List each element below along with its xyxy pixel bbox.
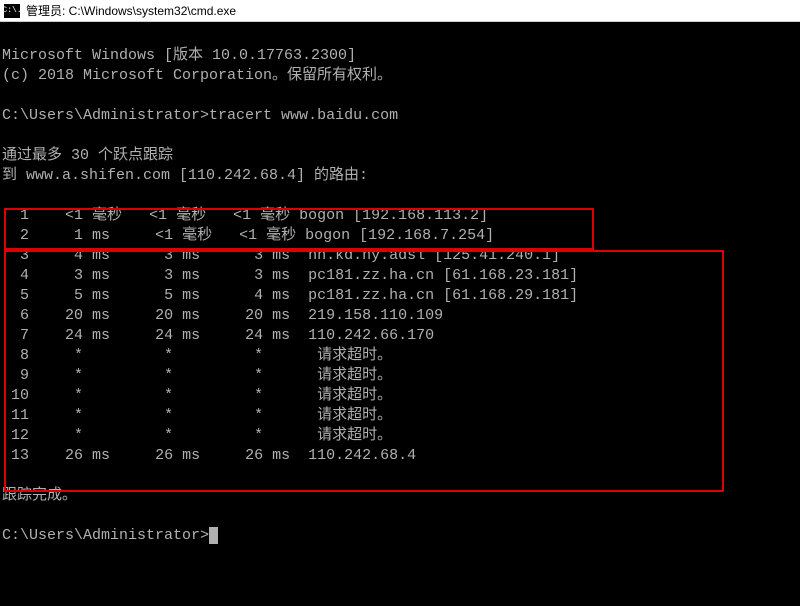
titlebar[interactable]: C:\. 管理员: C:\Windows\system32\cmd.exe	[0, 0, 800, 22]
prompt-1: C:\Users\Administrator>tracert www.baidu…	[2, 107, 398, 124]
hop-row: 13 26 ms 26 ms 26 ms 110.242.68.4	[2, 447, 416, 464]
cmd-icon: C:\.	[4, 4, 20, 18]
hop-row: 7 24 ms 24 ms 24 ms 110.242.66.170	[2, 327, 434, 344]
hop-row: 6 20 ms 20 ms 20 ms 219.158.110.109	[2, 307, 443, 324]
cmd-window: C:\. 管理员: C:\Windows\system32\cmd.exe Mi…	[0, 0, 800, 552]
terminal-area[interactable]: Microsoft Windows [版本 10.0.17763.2300] (…	[0, 22, 800, 606]
prompt-2: C:\Users\Administrator>	[2, 527, 218, 544]
hop-row: 2 1 ms <1 毫秒 <1 毫秒 bogon [192.168.7.254]	[2, 227, 494, 244]
hop-row: 9 * * * 请求超时。	[2, 367, 392, 384]
hop-row: 10 * * * 请求超时。	[2, 387, 392, 404]
trace-complete: 跟踪完成。	[2, 487, 77, 504]
hop-row: 3 4 ms 3 ms 3 ms hn.kd.ny.adsl [125.41.2…	[2, 247, 560, 264]
banner-line2: (c) 2018 Microsoft Corporation。保留所有权利。	[2, 67, 392, 84]
trace-header-1: 通过最多 30 个跃点跟踪	[2, 147, 173, 164]
cursor	[209, 527, 218, 544]
hop-row: 1 <1 毫秒 <1 毫秒 <1 毫秒 bogon [192.168.113.2…	[2, 207, 488, 224]
hop-row: 8 * * * 请求超时。	[2, 347, 392, 364]
hop-row: 11 * * * 请求超时。	[2, 407, 392, 424]
trace-header-2: 到 www.a.shifen.com [110.242.68.4] 的路由:	[2, 167, 368, 184]
hop-row: 5 5 ms 5 ms 4 ms pc181.zz.ha.cn [61.168.…	[2, 287, 578, 304]
window-title: 管理员: C:\Windows\system32\cmd.exe	[26, 2, 236, 19]
hop-row: 12 * * * 请求超时。	[2, 427, 392, 444]
hop-row: 4 3 ms 3 ms 3 ms pc181.zz.ha.cn [61.168.…	[2, 267, 578, 284]
banner-line1: Microsoft Windows [版本 10.0.17763.2300]	[2, 47, 356, 64]
